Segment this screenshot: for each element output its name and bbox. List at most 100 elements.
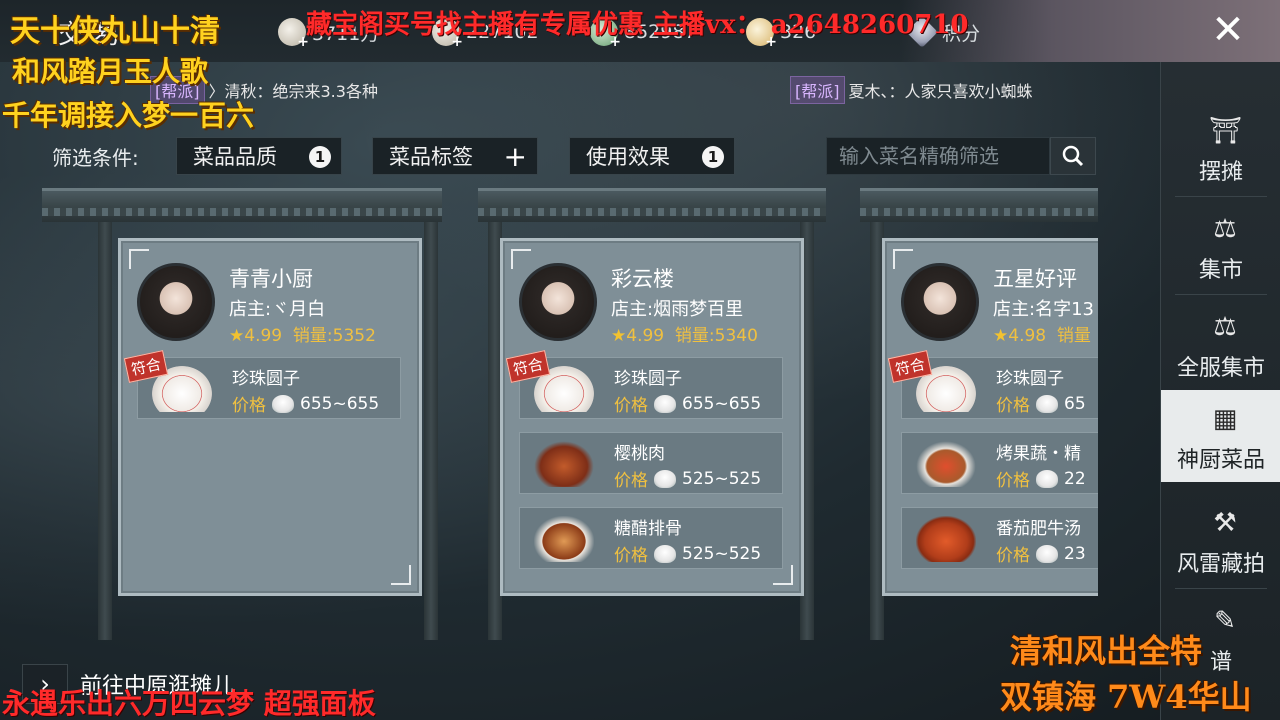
- star-icon: ★: [229, 326, 245, 346]
- price-label: 价格: [614, 546, 648, 566]
- dish-name: 番茄肥牛汤: [996, 519, 1081, 539]
- dish-name: 糖醋排骨: [614, 519, 682, 539]
- corner-ornament: [893, 249, 913, 269]
- shop-owner: 店主:名字13: [993, 299, 1094, 320]
- side-nav-label: 集市: [1198, 258, 1243, 283]
- dish-item[interactable]: 烤果蔬・精 价格 22: [901, 432, 1098, 494]
- price-row: 价格 525~525: [614, 541, 779, 567]
- star-icon: ★: [611, 326, 627, 346]
- shop-name: 彩云楼: [611, 267, 674, 291]
- dish-name: 珍珠圆子: [232, 369, 300, 389]
- side-nav-label: 神厨菜品: [1176, 448, 1265, 473]
- dish-item[interactable]: 樱桃肉 价格 525~525: [519, 432, 783, 494]
- close-icon: ✕: [1211, 7, 1245, 53]
- price-value: 525~525: [682, 468, 762, 489]
- stall-icon: ⛩: [1209, 116, 1243, 146]
- silver-icon: [1036, 394, 1058, 413]
- price-value: 525~525: [682, 543, 762, 564]
- grilled-vegetables-dish-icon: [916, 441, 976, 487]
- dish-name: 樱桃肉: [614, 444, 665, 464]
- silver-icon: [654, 544, 676, 563]
- stall-roof: [860, 188, 1098, 222]
- silver-icon: [1036, 469, 1058, 488]
- price-row: 价格 655~655: [232, 391, 397, 417]
- shop-name: 青青小厨: [229, 267, 313, 291]
- shop-name: 五星好评: [993, 267, 1077, 291]
- stall-pillar: [424, 222, 438, 640]
- stall-pillar: [98, 222, 112, 640]
- recipe-icon: ✎: [1214, 606, 1236, 636]
- price-value: 65: [1064, 393, 1086, 414]
- corner-ornament: [511, 249, 531, 269]
- shop-owner: 店主:烟雨梦百里: [611, 299, 744, 320]
- price-value: 655~655: [300, 393, 380, 414]
- avatar: [137, 263, 215, 341]
- price-row: 价格 23: [996, 541, 1098, 567]
- shop-rating: ★4.99 销量:5352: [229, 321, 409, 346]
- divider: [1175, 588, 1267, 589]
- price-row: 价格 525~525: [614, 466, 779, 492]
- price-label: 价格: [232, 396, 266, 416]
- side-nav-item-global-market[interactable]: ⚖ 全服集市: [1161, 298, 1280, 390]
- stall-panel: 青青小厨 店主:ヾ月白 ★4.99 销量:5352 符合 珍珠圆子 价格 655…: [118, 238, 422, 596]
- overlay-text: 清和风出全特: [1010, 632, 1203, 670]
- dish-name: 珍珠圆子: [614, 369, 682, 389]
- auction-hammer-icon: ⚒: [1213, 508, 1237, 538]
- silver-icon: [1036, 544, 1058, 563]
- stall-roof: [42, 188, 442, 222]
- shop-rating: ★4.99 销量:5340: [611, 321, 791, 346]
- rating-value: 4.98: [1008, 326, 1047, 346]
- side-nav-label: 全服集市: [1176, 356, 1265, 381]
- divider: [1175, 294, 1267, 295]
- side-nav-item-chef-dish[interactable]: ▦ 神厨菜品: [1161, 390, 1280, 482]
- corner-ornament: [391, 565, 411, 585]
- corner-ornament: [129, 249, 149, 269]
- price-label: 价格: [614, 471, 648, 491]
- dish-item[interactable]: 符合 珍珠圆子 价格 655~655: [505, 350, 783, 419]
- dish-name: 烤果蔬・精: [996, 444, 1081, 464]
- price-row: 价格 65: [996, 391, 1098, 417]
- side-nav-item-market[interactable]: ⚖ 集市: [1161, 200, 1280, 292]
- overlay-text: 千年调接入梦一百六: [2, 99, 255, 132]
- silver-icon: [654, 394, 676, 413]
- side-nav-item-stall[interactable]: ⛩ 摆摊: [1161, 102, 1280, 194]
- sales-count: 销量:5352: [292, 326, 376, 346]
- shop-owner: 店主:ヾ月白: [229, 299, 326, 320]
- dish-item[interactable]: 番茄肥牛汤 价格 23: [901, 507, 1098, 569]
- cherry-meat-dish-icon: [534, 441, 594, 487]
- market-icon: ⚖: [1213, 214, 1237, 244]
- avatar: [901, 263, 979, 341]
- side-nav: ⛩ 摆摊 ⚖ 集市 ⚖ 全服集市 ▦ 神厨菜品 ⚒ 风雷藏拍 ✎ 谱: [1160, 62, 1280, 720]
- price-value: 22: [1064, 468, 1086, 489]
- overlay-text: 永遇乐出六万四云梦 超强面板: [2, 687, 376, 720]
- dish-item[interactable]: 符合 珍珠圆子 价格 65: [887, 350, 1098, 419]
- stall-roof: [478, 188, 826, 222]
- global-market-icon: ⚖: [1213, 312, 1237, 342]
- overlay-text: 藏宝阁买号找主播有专属优惠 主播vx： a2648260710: [306, 10, 969, 40]
- price-value: 655~655: [682, 393, 762, 414]
- chef-dish-icon: ▦: [1212, 404, 1238, 434]
- overlay-text: 双镇海 7W4华山: [1000, 678, 1252, 716]
- tomato-beef-soup-dish-icon: [916, 516, 976, 562]
- rating-value: 4.99: [244, 326, 283, 346]
- stall-panel: 彩云楼 店主:烟雨梦百里 ★4.99 销量:5340 符合 珍珠圆子 价格 65…: [500, 238, 804, 596]
- price-label: 价格: [996, 396, 1030, 416]
- overlay-text: 和风踏月玉人歌: [12, 55, 209, 88]
- shop-rating: ★4.98 销量: [993, 321, 1097, 346]
- sales-count: 销量: [1056, 326, 1091, 346]
- divider: [1175, 196, 1267, 197]
- stall-panel: 五星好评 店主:名字13 ★4.98 销量 符合 珍珠圆子 价格 65 烤果蔬・…: [882, 238, 1098, 596]
- dish-item[interactable]: 糖醋排骨 价格 525~525: [519, 507, 783, 569]
- price-label: 价格: [996, 471, 1030, 491]
- star-icon: ★: [993, 326, 1009, 346]
- silver-icon: [654, 469, 676, 488]
- silver-icon: [272, 394, 294, 413]
- rating-value: 4.99: [626, 326, 665, 346]
- side-nav-item-auction[interactable]: ⚒ 风雷藏拍: [1161, 494, 1280, 586]
- close-button[interactable]: ✕: [1206, 10, 1250, 54]
- price-label: 价格: [996, 546, 1030, 566]
- dish-item[interactable]: 符合 珍珠圆子 价格 655~655: [123, 350, 401, 419]
- sweet-sour-ribs-dish-icon: [534, 516, 594, 562]
- price-label: 价格: [614, 396, 648, 416]
- avatar: [519, 263, 597, 341]
